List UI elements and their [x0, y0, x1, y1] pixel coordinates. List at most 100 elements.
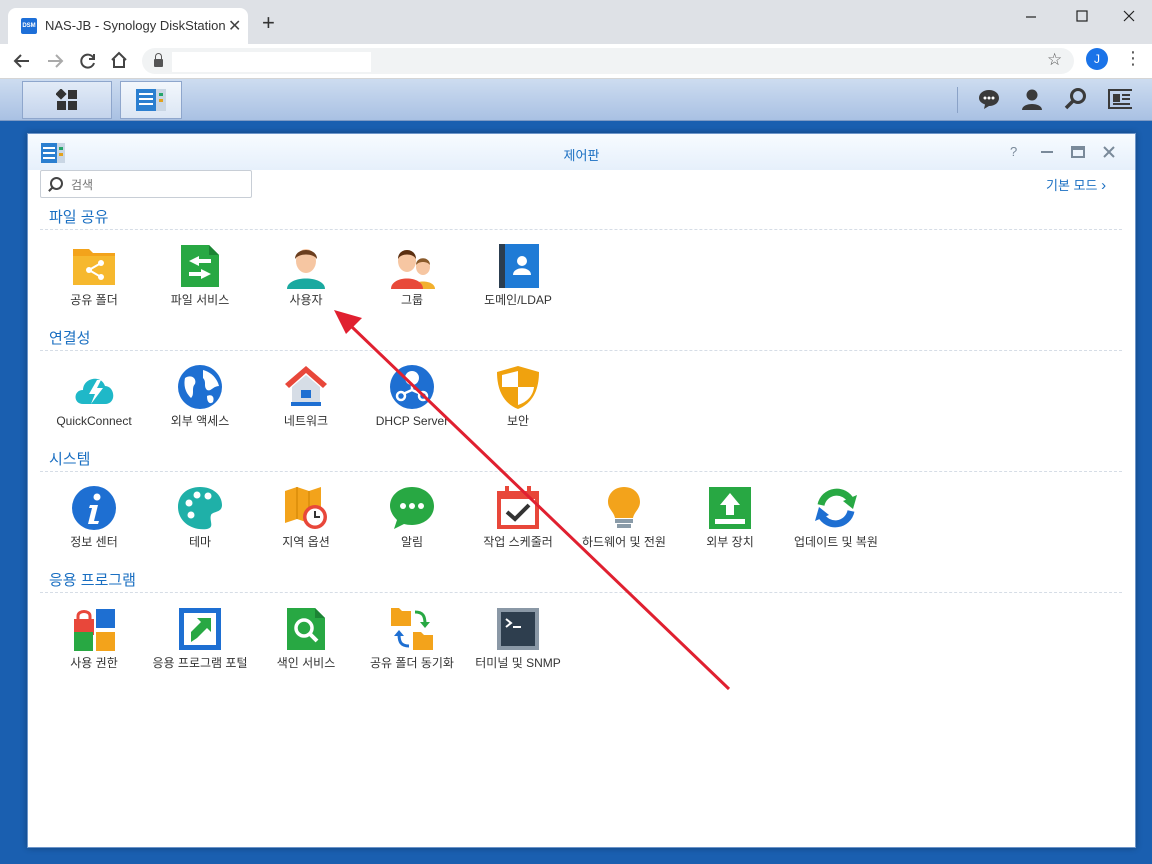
search-input[interactable]: [69, 175, 248, 195]
terminal-snmp-item[interactable]: 터미널 및 SNMP: [466, 606, 570, 671]
regional-options-item[interactable]: 지역 옵션: [254, 485, 358, 550]
dsm-favicon-icon: DSM: [21, 18, 37, 34]
basic-mode-link[interactable]: 기본 모드 ›: [1046, 175, 1106, 194]
hardware-power-item[interactable]: 하드웨어 및 전원: [572, 485, 676, 550]
search-box[interactable]: [40, 170, 252, 198]
item-label: DHCP Server: [375, 414, 449, 428]
network-item[interactable]: 네트워크: [254, 364, 358, 429]
back-icon[interactable]: [13, 52, 31, 70]
external-devices-icon: [709, 487, 751, 529]
application-portal-icon: [179, 608, 221, 650]
section-divider: [40, 229, 1122, 230]
security-item[interactable]: 보안: [466, 364, 570, 429]
shared-folder-icon: [73, 249, 115, 285]
dhcp-server-item[interactable]: DHCP Server: [360, 364, 464, 429]
address-bar[interactable]: ☆: [142, 48, 1074, 74]
user-item[interactable]: 사용자: [254, 243, 358, 308]
regional-options-icon: [285, 487, 327, 529]
minimize-icon[interactable]: [1040, 147, 1054, 157]
item-label: 사용자: [289, 293, 323, 307]
maximize-icon[interactable]: [1071, 146, 1085, 158]
item-label: 파일 서비스: [170, 293, 230, 307]
profile-avatar[interactable]: J: [1086, 48, 1108, 70]
item-label: 하드웨어 및 전원: [582, 535, 666, 549]
shared-folder-item[interactable]: 공유 폴더: [42, 243, 146, 308]
hardware-power-icon: [608, 487, 640, 528]
external-access-icon: [178, 365, 222, 409]
minimize-icon[interactable]: [1024, 10, 1038, 24]
shared-folder-sync-icon: [391, 608, 433, 650]
item-label: 테마: [188, 535, 212, 549]
external-access-item[interactable]: 외부 액세스: [148, 364, 252, 429]
main-menu-button[interactable]: [22, 81, 112, 119]
kebab-menu-icon[interactable]: ⋮: [1124, 48, 1142, 69]
dsm-taskbar: [0, 79, 1152, 121]
control-panel-taskbar-button[interactable]: [120, 81, 182, 119]
section-title-system: 시스템: [49, 451, 91, 468]
user-account-icon[interactable]: [1020, 88, 1044, 110]
update-restore-icon: [815, 488, 857, 528]
theme-item[interactable]: 테마: [148, 485, 252, 550]
close-icon[interactable]: [1102, 145, 1116, 159]
indexing-service-item[interactable]: 색인 서비스: [254, 606, 358, 671]
browser-toolbar: ☆ J ⋮: [0, 44, 1152, 79]
item-label: 알림: [400, 535, 424, 549]
item-label: QuickConnect: [56, 414, 132, 428]
quickconnect-item[interactable]: QuickConnect: [42, 364, 146, 429]
star-icon[interactable]: ☆: [1047, 50, 1062, 70]
help-icon[interactable]: ?: [1010, 144, 1017, 159]
lock-icon: [154, 53, 163, 67]
network-icon: [285, 366, 327, 406]
dhcp-server-icon: [390, 365, 434, 409]
item-label: 사용 권한: [70, 656, 118, 670]
forward-icon[interactable]: [46, 52, 64, 70]
section-divider: [40, 471, 1122, 472]
privileges-item[interactable]: 사용 권한: [42, 606, 146, 671]
close-icon[interactable]: [1122, 9, 1136, 23]
item-label: 도메인/LDAP: [484, 293, 552, 307]
maximize-icon[interactable]: [1075, 9, 1089, 23]
info-center-icon: [72, 486, 116, 530]
shared-folder-sync-item[interactable]: 공유 폴더 동기화: [360, 606, 464, 671]
domain-ldap-item[interactable]: 도메인/LDAP: [466, 243, 570, 308]
tab-close-icon[interactable]: ✕: [228, 16, 241, 36]
section-title-applications: 응용 프로그램: [49, 572, 136, 589]
window-header: 제어판 ?: [28, 134, 1135, 170]
item-label: 작업 스케줄러: [483, 535, 553, 549]
widgets-icon[interactable]: [1108, 88, 1132, 110]
browser-tab[interactable]: DSM NAS-JB - Synology DiskStation ✕: [8, 8, 248, 44]
search-icon[interactable]: [1064, 88, 1088, 110]
domain-ldap-icon: [499, 244, 539, 288]
info-center-item[interactable]: 정보 센터: [42, 485, 146, 550]
section-divider: [40, 592, 1122, 593]
notification-icon: [390, 487, 434, 529]
window-title: 제어판: [563, 148, 600, 163]
reload-icon[interactable]: [79, 52, 97, 70]
external-devices-item[interactable]: 외부 장치: [678, 485, 782, 550]
update-restore-item[interactable]: 업데이트 및 복원: [784, 485, 888, 550]
search-icon: [50, 177, 63, 190]
home-icon[interactable]: [110, 51, 128, 69]
item-label: 응용 프로그램 포털: [152, 656, 248, 670]
item-label: 그룹: [400, 293, 424, 307]
application-portal-item[interactable]: 응용 프로그램 포털: [148, 606, 252, 671]
notification-item[interactable]: 알림: [360, 485, 464, 550]
chat-icon[interactable]: [977, 88, 1001, 110]
item-label: 터미널 및 SNMP: [475, 656, 561, 670]
task-scheduler-item[interactable]: 작업 스케줄러: [466, 485, 570, 550]
section-divider: [40, 350, 1122, 351]
item-label: 정보 센터: [70, 535, 118, 549]
group-icon: [391, 250, 435, 289]
basic-mode-label: 기본 모드: [1046, 178, 1098, 193]
url-input[interactable]: [172, 52, 371, 72]
quickconnect-icon: [75, 378, 114, 404]
file-services-item[interactable]: 파일 서비스: [148, 243, 252, 308]
group-item[interactable]: 그룹: [360, 243, 464, 308]
new-tab-button[interactable]: +: [262, 12, 275, 34]
control-panel-window: 제어판 ? 기본 모드 › 파일 공유 공유 폴더 파일 서비스 사용자 그룹 …: [27, 133, 1136, 848]
item-label: 업데이트 및 복원: [794, 535, 878, 549]
theme-icon: [178, 487, 222, 530]
security-icon: [497, 366, 539, 409]
terminal-snmp-icon: [497, 608, 539, 650]
control-panel-icon: [136, 89, 166, 111]
